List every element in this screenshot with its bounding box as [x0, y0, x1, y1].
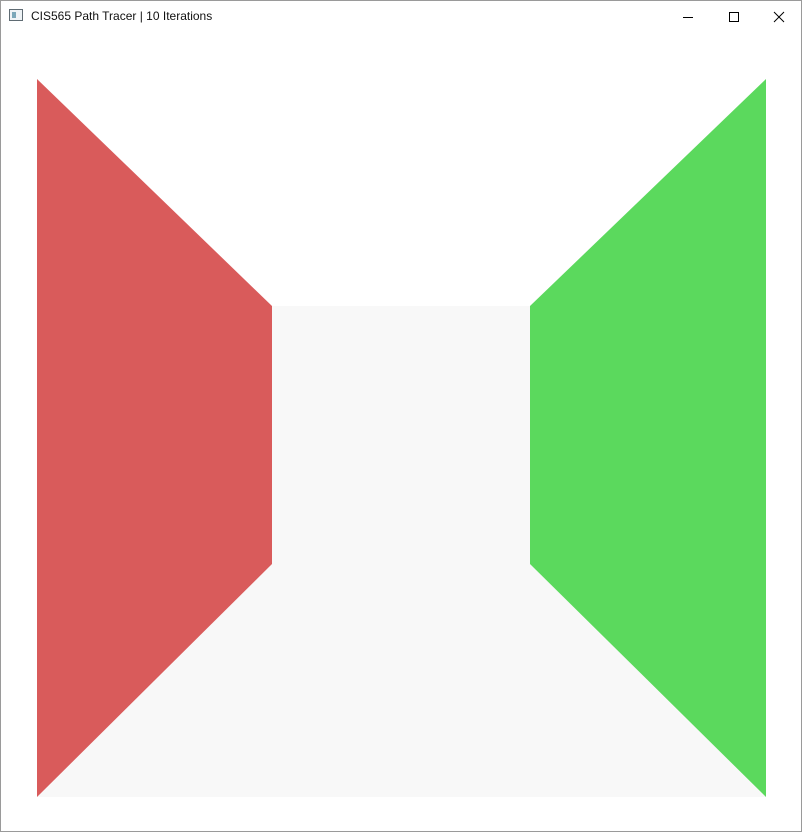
close-button[interactable]: [756, 1, 802, 32]
back-wall: [272, 306, 530, 564]
app-window-icon: [9, 9, 23, 21]
rendered-cornell-box: [1, 32, 801, 831]
maximize-icon: [729, 11, 739, 22]
app-window: CIS565 Path Tracer | 10 Iterations: [0, 0, 802, 832]
maximize-button[interactable]: [711, 1, 757, 32]
render-surface[interactable]: [1, 32, 801, 831]
minimize-icon: [683, 16, 693, 18]
minimize-button[interactable]: [665, 1, 711, 32]
window-title: CIS565 Path Tracer | 10 Iterations: [31, 9, 213, 23]
close-icon: [773, 11, 785, 22]
title-bar[interactable]: CIS565 Path Tracer | 10 Iterations: [1, 1, 801, 32]
app-window-icon-pane: [12, 12, 16, 18]
